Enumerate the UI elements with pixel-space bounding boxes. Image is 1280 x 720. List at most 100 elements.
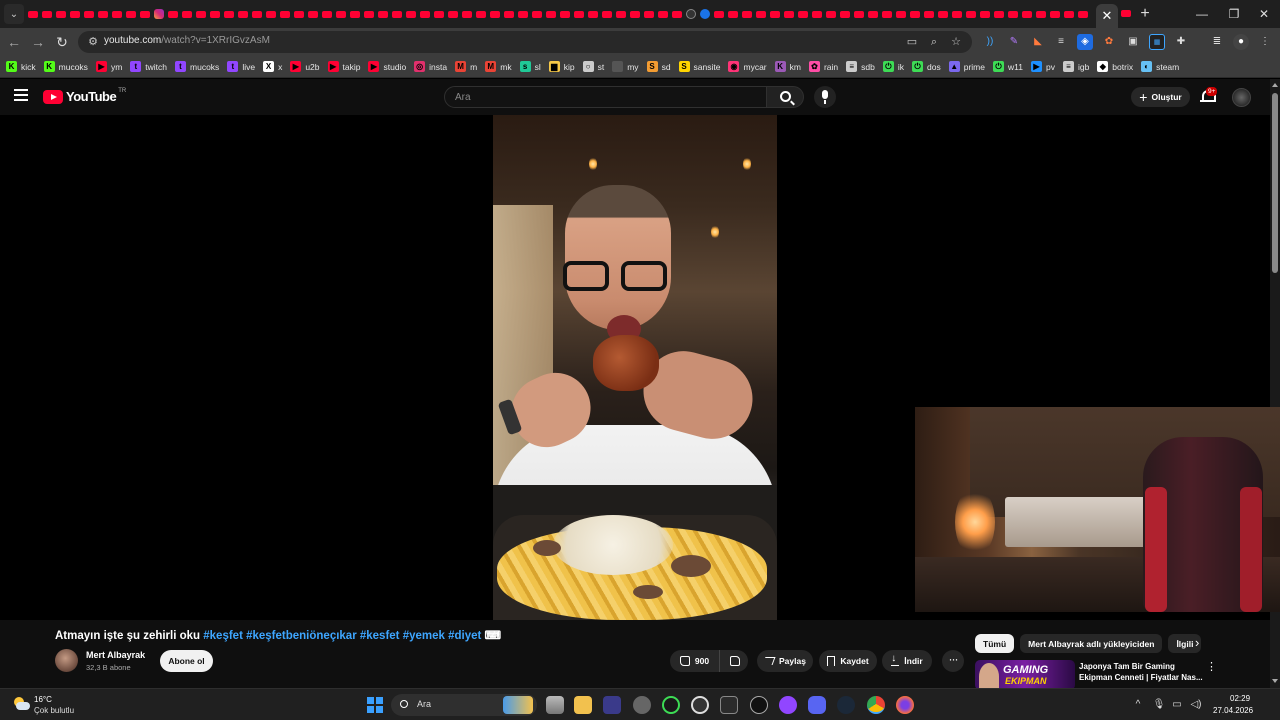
tab-favicon-icon[interactable] bbox=[530, 7, 544, 21]
save-button[interactable]: Kaydet bbox=[819, 650, 877, 672]
bookmark-pv[interactable]: ▶ pv bbox=[1030, 58, 1055, 76]
bookmark-sdb[interactable]: ≡ sdb bbox=[846, 58, 875, 76]
tab-favicon-icon[interactable] bbox=[502, 7, 516, 21]
app-purple-icon[interactable] bbox=[779, 696, 797, 714]
extension-gear-icon[interactable]: ✿ bbox=[1101, 34, 1117, 50]
network-icon[interactable]: ▭ bbox=[1170, 698, 1184, 712]
tab-favicon-icon[interactable] bbox=[950, 7, 964, 21]
zoom-icon[interactable]: ⌕ bbox=[926, 34, 942, 50]
bookmark-kick[interactable]: Kkick bbox=[6, 58, 36, 76]
tab-favicon-icon[interactable] bbox=[68, 7, 82, 21]
close-window-icon[interactable]: ✕ bbox=[1248, 0, 1280, 28]
tab-favicon-icon[interactable] bbox=[516, 7, 530, 21]
tab-favicon-icon[interactable] bbox=[124, 7, 138, 21]
bookmark-km[interactable]: Kkm bbox=[774, 58, 801, 76]
recommended-video-title[interactable]: Japonya Tam Bir Gaming Ekipman Cenneti |… bbox=[1079, 661, 1203, 683]
bookmark-my[interactable]: my bbox=[612, 58, 639, 76]
tab-favicon-icon[interactable] bbox=[222, 7, 236, 21]
tab-favicon-icon[interactable] bbox=[880, 7, 894, 21]
tab-favicon-icon[interactable] bbox=[348, 7, 362, 21]
tab-favicon-icon[interactable] bbox=[586, 7, 600, 21]
volume-icon[interactable]: ◁) bbox=[1189, 698, 1203, 712]
bookmark-w11[interactable]: ⏻ w11 bbox=[993, 58, 1023, 76]
tab-favicon-icon[interactable] bbox=[390, 7, 404, 21]
extensions-puzzle-icon[interactable]: ✚ bbox=[1173, 34, 1189, 50]
tab-favicon-icon[interactable] bbox=[40, 7, 54, 21]
maximize-icon[interactable]: ❐ bbox=[1218, 0, 1250, 28]
tab-favicon-icon[interactable] bbox=[824, 7, 838, 21]
filter-chip[interactable]: Mert Albayrak adlı yükleyiciden bbox=[1020, 634, 1163, 653]
voice-search-mic-icon[interactable] bbox=[814, 86, 836, 108]
search-input[interactable] bbox=[445, 87, 766, 108]
taskbar-search[interactable]: Ara bbox=[391, 694, 537, 716]
tab-favicon-icon[interactable] bbox=[628, 7, 642, 21]
file-explorer-icon[interactable] bbox=[574, 696, 592, 714]
bookmark-st[interactable]: ○ st bbox=[582, 58, 604, 76]
tab-favicon-icon[interactable] bbox=[614, 7, 628, 21]
scroll-up-arrow-icon[interactable] bbox=[1272, 83, 1278, 87]
tab-favicon-icon[interactable] bbox=[684, 7, 698, 21]
app-g-icon[interactable] bbox=[750, 696, 768, 714]
tab-favicon-icon[interactable] bbox=[460, 7, 474, 21]
tab-favicon-icon[interactable] bbox=[782, 7, 796, 21]
forward-icon[interactable]: → bbox=[28, 32, 48, 52]
tab-favicon-icon[interactable] bbox=[572, 7, 586, 21]
tab-favicon-icon[interactable] bbox=[474, 7, 488, 21]
tab-favicon-icon[interactable] bbox=[208, 7, 222, 21]
tab-favicon-icon[interactable] bbox=[866, 7, 880, 21]
tab-favicon-icon[interactable] bbox=[138, 7, 152, 21]
weather-temperature[interactable]: 16°C bbox=[34, 695, 52, 704]
tab-favicon-icon[interactable] bbox=[1006, 7, 1020, 21]
tab-favicon-icon[interactable] bbox=[432, 7, 446, 21]
media-control-icon[interactable]: ≣ bbox=[1209, 34, 1225, 50]
tab-favicon-icon[interactable] bbox=[726, 7, 740, 21]
app-cube-icon[interactable] bbox=[720, 696, 738, 714]
bookmark-steam[interactable]: ◐ steam bbox=[1141, 58, 1179, 76]
windows-start-icon[interactable] bbox=[367, 697, 383, 713]
tab-favicon-icon[interactable] bbox=[642, 7, 656, 21]
tab-favicon-icon[interactable] bbox=[712, 7, 726, 21]
video-frame[interactable] bbox=[493, 115, 777, 620]
bookmark-dos[interactable]: ⏻ dos bbox=[912, 58, 941, 76]
bookmark-sl[interactable]: s sl bbox=[519, 58, 541, 76]
tab-favicon-icon[interactable] bbox=[264, 7, 278, 21]
weather-cloudy-icon[interactable] bbox=[12, 696, 30, 710]
tab-favicon-icon[interactable] bbox=[978, 7, 992, 21]
bookmark-kip[interactable]: ▆ kip bbox=[548, 58, 575, 76]
tab-favicon-icon[interactable] bbox=[180, 7, 194, 21]
obs-icon[interactable] bbox=[691, 696, 709, 714]
extension-car-icon[interactable]: ▣ bbox=[1125, 34, 1141, 50]
tab-favicon-icon[interactable] bbox=[82, 7, 96, 21]
tab-favicon-icon[interactable] bbox=[236, 7, 250, 21]
minimize-icon[interactable]: — bbox=[1186, 0, 1218, 28]
address-bar[interactable]: ⚙ youtube.com/watch?v=1XRrIGvzAsM ▭ ⌕ ☆ bbox=[78, 31, 972, 53]
tab-favicon-icon[interactable] bbox=[334, 7, 348, 21]
tab-favicon-icon[interactable] bbox=[768, 7, 782, 21]
bookmark-star-icon[interactable]: ☆ bbox=[948, 34, 964, 50]
tab-favicon-icon[interactable] bbox=[936, 7, 950, 21]
tab-favicon-icon[interactable] bbox=[852, 7, 866, 21]
bookmark-sd[interactable]: Ssd bbox=[646, 58, 671, 76]
chrome-icon[interactable] bbox=[867, 696, 885, 714]
search-button[interactable] bbox=[766, 86, 804, 108]
bookmark-ik[interactable]: ⏻ ik bbox=[882, 58, 904, 76]
firefox-icon[interactable] bbox=[896, 696, 914, 714]
tab-favicon-icon[interactable] bbox=[656, 7, 670, 21]
like-button[interactable]: 900 bbox=[670, 650, 720, 672]
bookmark-botrix[interactable]: ◆ botrix bbox=[1097, 58, 1133, 76]
scroll-down-arrow-icon[interactable] bbox=[1272, 679, 1278, 683]
menu-hamburger-icon[interactable] bbox=[14, 89, 28, 103]
clock-time[interactable]: 02:29 bbox=[1230, 694, 1250, 703]
tab-favicon-icon[interactable] bbox=[1048, 7, 1062, 21]
extension-shield-icon[interactable]: ◈ bbox=[1077, 34, 1093, 50]
tab-favicon-icon[interactable] bbox=[166, 7, 180, 21]
tab-favicon-icon[interactable] bbox=[1020, 7, 1034, 21]
video-hashtags[interactable]: #keşfet #keşfetbeniöneçıkar #kesfet #yem… bbox=[203, 630, 481, 642]
tab-favicon-icon[interactable] bbox=[152, 7, 166, 21]
bookmark-prime[interactable]: ▲ prime bbox=[948, 58, 985, 76]
settings-gear-icon[interactable] bbox=[633, 696, 651, 714]
tab-favicon-icon[interactable] bbox=[404, 7, 418, 21]
extension-flag-icon[interactable]: ◣ bbox=[1030, 34, 1046, 50]
tab-favicon-icon[interactable] bbox=[292, 7, 306, 21]
bookmark-sansite[interactable]: Ssansite bbox=[678, 58, 720, 76]
